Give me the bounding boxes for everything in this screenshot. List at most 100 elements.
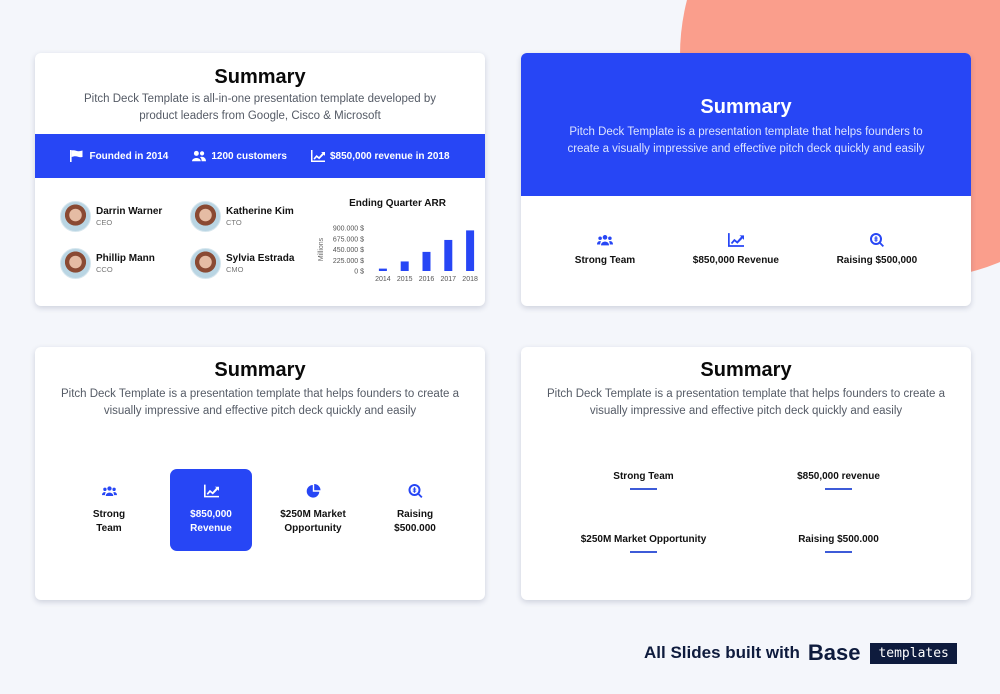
- footer-text: All Slides built with: [644, 643, 800, 662]
- item-label: $850,000 revenue: [797, 471, 880, 482]
- y-tick-label: 225.000 $: [333, 258, 364, 265]
- feature-strong-team: Strong Team: [575, 233, 635, 266]
- slide-card-blue-header[interactable]: Summary Pitch Deck Template is a present…: [521, 53, 971, 306]
- tile-label-line1: $850,000: [190, 509, 232, 520]
- tile-label-line1: $250M Market: [280, 509, 346, 520]
- feature-row: Strong Team $850,000 Revenue Raising $50…: [521, 233, 971, 266]
- bar-2016: [422, 251, 431, 271]
- bar-2015: [400, 261, 409, 271]
- bar-2017: [444, 239, 453, 271]
- arr-chart: Ending Quarter ARR Millions 0 $225.000 $4…: [310, 196, 478, 296]
- users-icon: [192, 150, 207, 162]
- slide-subtitle: Pitch Deck Template is a presentation te…: [60, 388, 460, 417]
- item-label: Raising $500.000: [798, 534, 879, 545]
- y-tick-label: 0 $: [354, 269, 364, 276]
- slide-title: Summary: [214, 359, 306, 381]
- member-name: Katherine Kim: [226, 206, 294, 217]
- tile-label-line1: Raising: [396, 509, 434, 520]
- slide-card-underlined[interactable]: Summary Pitch Deck Template is a present…: [521, 347, 971, 600]
- underline-divider: [825, 488, 852, 490]
- team-member: Darrin Warner CEO: [60, 201, 190, 232]
- slide-title: Summary: [700, 359, 792, 381]
- x-tick-label: 2018: [462, 276, 478, 283]
- users-icon: [596, 235, 613, 246]
- x-tick-label: 2017: [441, 276, 457, 283]
- search-dollar-icon: [869, 233, 884, 247]
- feature-label: Raising $500,000: [836, 255, 918, 266]
- tile-label-line2: Revenue: [190, 523, 232, 534]
- tile-revenue[interactable]: $850,000 Revenue: [170, 469, 252, 551]
- y-tick-label: 450.000 $: [333, 247, 364, 254]
- tile-label: $850,000 Revenue: [190, 508, 232, 536]
- grid-item: $850,000 revenue: [746, 471, 971, 490]
- slide-title: Summary: [700, 96, 792, 118]
- tile-label-line2: Opportunity: [284, 523, 342, 534]
- tile-label-line2: Team: [96, 523, 122, 534]
- strip-item-revenue: $850,000 revenue in 2018: [310, 150, 450, 162]
- member-name: Sylvia Estrada: [226, 253, 295, 264]
- slide-subtitle: Pitch Deck Template is all-in-one presen…: [83, 93, 436, 122]
- slide-title: Summary: [214, 66, 306, 88]
- y-tick-label: 900.000 $: [333, 226, 364, 233]
- highlights-strip: Founded in 2014 1200 customers $850,000 …: [35, 134, 485, 178]
- tile-label: $250M Market Opportunity: [280, 508, 346, 536]
- tile-label: Strong Team: [93, 508, 125, 536]
- tile-label-line1: Strong: [92, 509, 126, 520]
- x-tick-label: 2015: [397, 276, 413, 283]
- arr-chart-svg: Millions 0 $ 225.000 $ 450.000 $ 675.000 $ 90…: [318, 226, 478, 284]
- underline-divider: [630, 551, 657, 553]
- feature-label: Strong Team: [574, 255, 636, 266]
- item-label: Strong Team: [613, 471, 674, 482]
- brand-logo-tag[interactable]: templates: [870, 642, 957, 664]
- grid-item: $250M Market Opportunity: [521, 534, 746, 553]
- avatar: [190, 248, 221, 279]
- strip-item-customers: 1200 customers: [192, 150, 287, 162]
- member-role: CEO: [96, 218, 113, 227]
- users-icon: [101, 486, 117, 496]
- search-dollar-icon: [408, 484, 422, 498]
- slide-card-tiles[interactable]: Summary Pitch Deck Template is a present…: [35, 347, 485, 600]
- tile-label-line2: $500.000: [394, 523, 436, 534]
- feature-raising: Raising $500,000: [836, 233, 918, 266]
- x-tick-label: 2014: [375, 276, 391, 283]
- chart-line-icon: [203, 484, 219, 498]
- chart-line-icon: [727, 233, 744, 247]
- feature-revenue: $850,000 Revenue: [693, 233, 779, 266]
- flag-icon: [70, 150, 83, 162]
- y-tick-label: 675.000 $: [333, 236, 364, 243]
- tile-market[interactable]: $250M Market Opportunity: [272, 469, 354, 551]
- team-member: Katherine Kim CTO: [190, 201, 320, 232]
- avatar: [60, 201, 91, 232]
- bar-2018: [466, 230, 475, 271]
- member-role: CTO: [226, 218, 242, 227]
- feature-label: $850,000 Revenue: [692, 255, 779, 266]
- brand-logo-base[interactable]: Base: [808, 640, 861, 666]
- strip-label: Founded in 2014: [89, 150, 169, 162]
- member-role: CCO: [96, 265, 113, 274]
- member-name: Phillip Mann: [96, 253, 155, 264]
- member-role: CMO: [226, 265, 244, 274]
- x-tick-label: 2016: [419, 276, 435, 283]
- team-grid: Darrin Warner CEO Katherine Kim CTO Philli…: [60, 201, 320, 279]
- strip-item-founded: Founded in 2014: [70, 150, 168, 162]
- footer-branding: All Slides built with Base templates: [644, 640, 957, 666]
- grid-item: Strong Team: [521, 471, 746, 490]
- slide-subtitle: Pitch Deck Template is a presentation te…: [567, 126, 925, 155]
- team-member: Sylvia Estrada CMO: [190, 248, 320, 279]
- chart-line-icon: [310, 150, 325, 162]
- bar-2014: [378, 268, 387, 271]
- item-grid: Strong Team $850,000 revenue $250M Marke…: [521, 471, 971, 553]
- avatar: [60, 248, 91, 279]
- item-label: $250M Market Opportunity: [580, 534, 707, 545]
- y-axis-label: Millions: [318, 237, 325, 261]
- strip-label: 1200 customers: [211, 150, 287, 162]
- underline-divider: [825, 551, 852, 553]
- tile-strong-team[interactable]: Strong Team: [68, 469, 150, 551]
- member-name: Darrin Warner: [96, 206, 163, 217]
- underline-divider: [630, 488, 657, 490]
- tile-raising[interactable]: Raising $500.000: [374, 469, 456, 551]
- tile-label: Raising $500.000: [394, 508, 436, 536]
- pie-chart-icon: [306, 484, 320, 498]
- grid-item: Raising $500.000: [746, 534, 971, 553]
- slide-card-team-chart[interactable]: Summary Pitch Deck Template is all-in-on…: [35, 53, 485, 306]
